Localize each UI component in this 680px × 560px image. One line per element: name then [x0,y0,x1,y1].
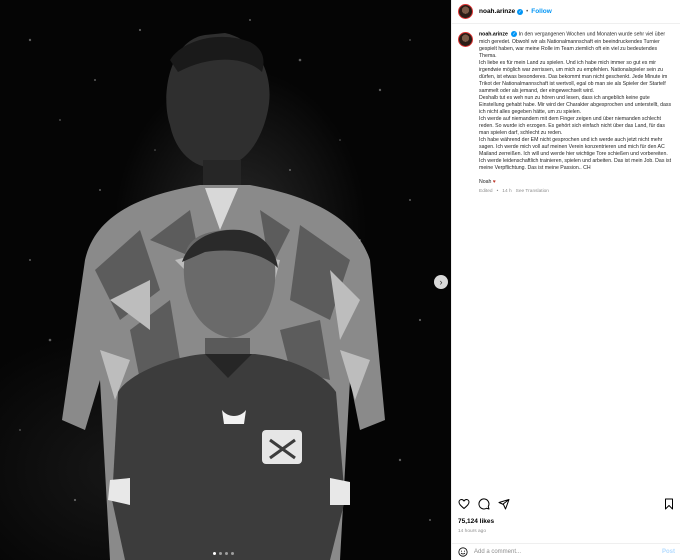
share-button[interactable] [498,498,510,510]
caption-username[interactable]: noah.arinze [479,31,508,37]
heart-emoji: ♥ [492,179,496,186]
carousel-dot [231,552,234,555]
verified-badge-icon: ✓ [511,31,518,37]
comment-input[interactable]: Add a comment... [474,549,521,555]
heart-icon [458,498,470,510]
follow-button[interactable]: Follow [531,8,552,15]
save-button[interactable] [663,498,675,510]
carousel-dot [225,552,228,555]
post-header: noah.arinze ✓ • Follow [452,0,680,24]
see-translation-link[interactable]: See Translation [516,189,549,194]
add-comment-bar: Add a comment... Post [452,543,680,560]
username-link[interactable]: noah.arinze [479,8,515,15]
likes-count[interactable]: 75,124 likes [458,518,494,525]
caption-text: noah.arinze ✓ In den vergangenen Wochen … [479,31,674,172]
bookmark-icon [665,498,673,510]
photo-image [19,19,431,560]
carousel-dot [219,552,222,555]
chevron-right-icon: › [439,276,443,287]
carousel-indicator [213,552,234,555]
post-dialog: › noah.arinze ✓ • Follow noah.arinze ✓ I… [0,0,680,560]
post-media[interactable]: › [0,0,451,560]
avatar[interactable] [458,4,473,19]
separator-dot: • [526,8,529,15]
avatar[interactable] [458,32,473,47]
comment-icon [478,498,490,510]
action-bar [458,498,675,510]
caption-signature: Noah ♥ [479,179,674,185]
edited-time: 14 h [502,189,512,195]
post-comment-button[interactable]: Post [662,549,675,555]
signature-text: Noah [479,179,492,186]
verified-badge-icon: ✓ [517,8,524,15]
comments-section: noah.arinze ✓ In den vergangenen Wochen … [452,24,680,560]
caption-block: noah.arinze ✓ In den vergangenen Wochen … [479,31,674,560]
edited-label: Edited [479,189,493,195]
next-slide-button[interactable]: › [434,275,448,289]
share-icon [498,499,510,510]
post-timestamp[interactable]: 14 hours ago [458,529,486,534]
carousel-dot [213,552,216,555]
caption-meta: Edited • 14 h See Translation [479,189,674,194]
separator-dot: • [496,189,499,195]
post-sidebar: noah.arinze ✓ • Follow noah.arinze ✓ In … [451,0,680,560]
like-button[interactable] [458,498,470,510]
smiley-icon[interactable] [458,547,468,557]
comment-button[interactable] [478,498,490,510]
caption-body: In den vergangenen Wochen und Monaten wu… [479,31,672,172]
swiss-flag-emoji: CH [583,165,591,172]
